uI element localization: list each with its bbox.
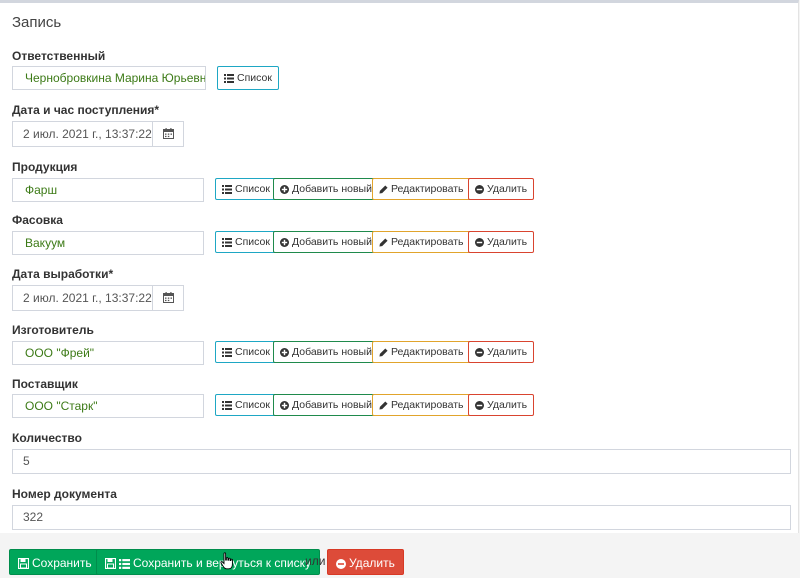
panel-title: Запись bbox=[12, 14, 62, 31]
supplier-edit-button[interactable]: Редактировать bbox=[372, 394, 471, 416]
supplier-add-button[interactable]: Добавить новый bbox=[273, 394, 379, 416]
packing-list-button[interactable]: Список bbox=[215, 231, 277, 253]
list-icon bbox=[222, 184, 232, 194]
pencil-icon bbox=[379, 401, 388, 410]
edit-label: Редактировать bbox=[391, 236, 464, 248]
packing-add-button[interactable]: Добавить новый bbox=[273, 231, 379, 253]
floppy-icon bbox=[105, 558, 116, 570]
plus-circle-icon bbox=[280, 184, 289, 194]
manufacturer-field[interactable]: ООО "Фрей" bbox=[12, 341, 204, 365]
add-new-label: Добавить новый bbox=[292, 183, 372, 195]
doc-number-input[interactable]: 322 bbox=[12, 505, 791, 530]
doc-number-label: Номер документа bbox=[12, 487, 117, 501]
product-edit-button[interactable]: Редактировать bbox=[372, 178, 471, 200]
edit-label: Редактировать bbox=[391, 399, 464, 411]
product-delete-button[interactable]: Удалить bbox=[468, 178, 535, 200]
save-button[interactable]: Сохранить bbox=[9, 549, 101, 575]
quantity-label: Количество bbox=[12, 431, 82, 445]
calendar-icon bbox=[163, 128, 174, 139]
received-date-value[interactable]: 2 июл. 2021 г., 13:37:22 bbox=[13, 122, 154, 146]
production-date-label: Дата выработки* bbox=[12, 267, 114, 281]
minus-circle-icon bbox=[336, 558, 346, 569]
packing-edit-button[interactable]: Редактировать bbox=[372, 231, 471, 253]
manufacturer-label: Изготовитель bbox=[12, 323, 94, 337]
edit-label: Редактировать bbox=[391, 183, 464, 195]
packing-field[interactable]: Вакуум bbox=[12, 231, 204, 255]
product-add-button[interactable]: Добавить новый bbox=[273, 178, 379, 200]
supplier-field[interactable]: ООО "Старк" bbox=[12, 394, 204, 418]
product-field[interactable]: Фарш bbox=[12, 178, 204, 202]
production-calendar-button[interactable] bbox=[152, 286, 183, 310]
list-label: Список bbox=[235, 183, 270, 195]
responsible-list-button[interactable]: Список bbox=[217, 66, 279, 90]
list-label: Список bbox=[235, 236, 270, 248]
minus-circle-icon bbox=[475, 237, 484, 247]
minus-circle-icon bbox=[475, 347, 484, 357]
quantity-input[interactable]: 5 bbox=[12, 449, 791, 474]
list-icon bbox=[224, 73, 234, 83]
supplier-delete-button[interactable]: Удалить bbox=[468, 394, 535, 416]
delete-record-button[interactable]: Удалить bbox=[327, 549, 404, 575]
minus-circle-icon bbox=[475, 184, 484, 194]
hand-cursor-icon bbox=[220, 552, 233, 570]
floppy-icon bbox=[18, 558, 29, 570]
received-calendar-button[interactable] bbox=[152, 122, 183, 146]
list-icon bbox=[222, 237, 232, 247]
list-label: Список bbox=[235, 346, 270, 358]
calendar-icon bbox=[163, 292, 174, 303]
manufacturer-add-button[interactable]: Добавить новый bbox=[273, 341, 379, 363]
add-new-label: Добавить новый bbox=[292, 236, 372, 248]
supplier-label: Поставщик bbox=[12, 377, 78, 391]
production-date-value[interactable]: 2 июл. 2021 г., 13:37:22 bbox=[13, 286, 154, 310]
responsible-label: Ответственный bbox=[12, 49, 106, 63]
pencil-icon bbox=[379, 348, 388, 357]
edit-label: Редактировать bbox=[391, 346, 464, 358]
pencil-icon bbox=[379, 185, 388, 194]
record-panel: Запись Ответственный Чернобровкина Марин… bbox=[0, 0, 799, 533]
form-actions: Сохранить Сохранить и вернуться к списку… bbox=[0, 540, 800, 578]
received-date-input[interactable]: 2 июл. 2021 г., 13:37:22 bbox=[12, 121, 184, 147]
packing-delete-button[interactable]: Удалить bbox=[468, 231, 535, 253]
list-icon bbox=[222, 400, 232, 410]
supplier-list-button[interactable]: Список bbox=[215, 394, 277, 416]
delete-label: Удалить bbox=[487, 183, 528, 195]
list-icon bbox=[119, 558, 130, 569]
delete-label: Удалить bbox=[487, 346, 528, 358]
packing-label: Фасовка bbox=[12, 213, 63, 227]
plus-circle-icon bbox=[280, 347, 289, 357]
product-list-button[interactable]: Список bbox=[215, 178, 277, 200]
minus-circle-icon bbox=[475, 400, 484, 410]
delete-label: Удалить bbox=[487, 399, 528, 411]
delete-record-label: Удалить bbox=[349, 556, 395, 570]
pencil-icon bbox=[379, 238, 388, 247]
delete-label: Удалить bbox=[487, 236, 528, 248]
list-label: Список bbox=[237, 72, 272, 84]
production-date-input[interactable]: 2 июл. 2021 г., 13:37:22 bbox=[12, 285, 184, 311]
or-separator: или bbox=[305, 554, 326, 568]
add-new-label: Добавить новый bbox=[292, 346, 372, 358]
manufacturer-delete-button[interactable]: Удалить bbox=[468, 341, 535, 363]
received-label: Дата и час поступления* bbox=[12, 103, 160, 117]
plus-circle-icon bbox=[280, 400, 289, 410]
manufacturer-list-button[interactable]: Список bbox=[215, 341, 277, 363]
save-label: Сохранить bbox=[32, 556, 92, 570]
product-label: Продукция bbox=[12, 160, 78, 174]
manufacturer-edit-button[interactable]: Редактировать bbox=[372, 341, 471, 363]
list-icon bbox=[222, 347, 232, 357]
plus-circle-icon bbox=[280, 237, 289, 247]
list-label: Список bbox=[235, 399, 270, 411]
save-and-return-button[interactable]: Сохранить и вернуться к списку bbox=[96, 549, 320, 575]
responsible-field[interactable]: Чернобровкина Марина Юрьевна bbox=[12, 66, 206, 90]
add-new-label: Добавить новый bbox=[292, 399, 372, 411]
